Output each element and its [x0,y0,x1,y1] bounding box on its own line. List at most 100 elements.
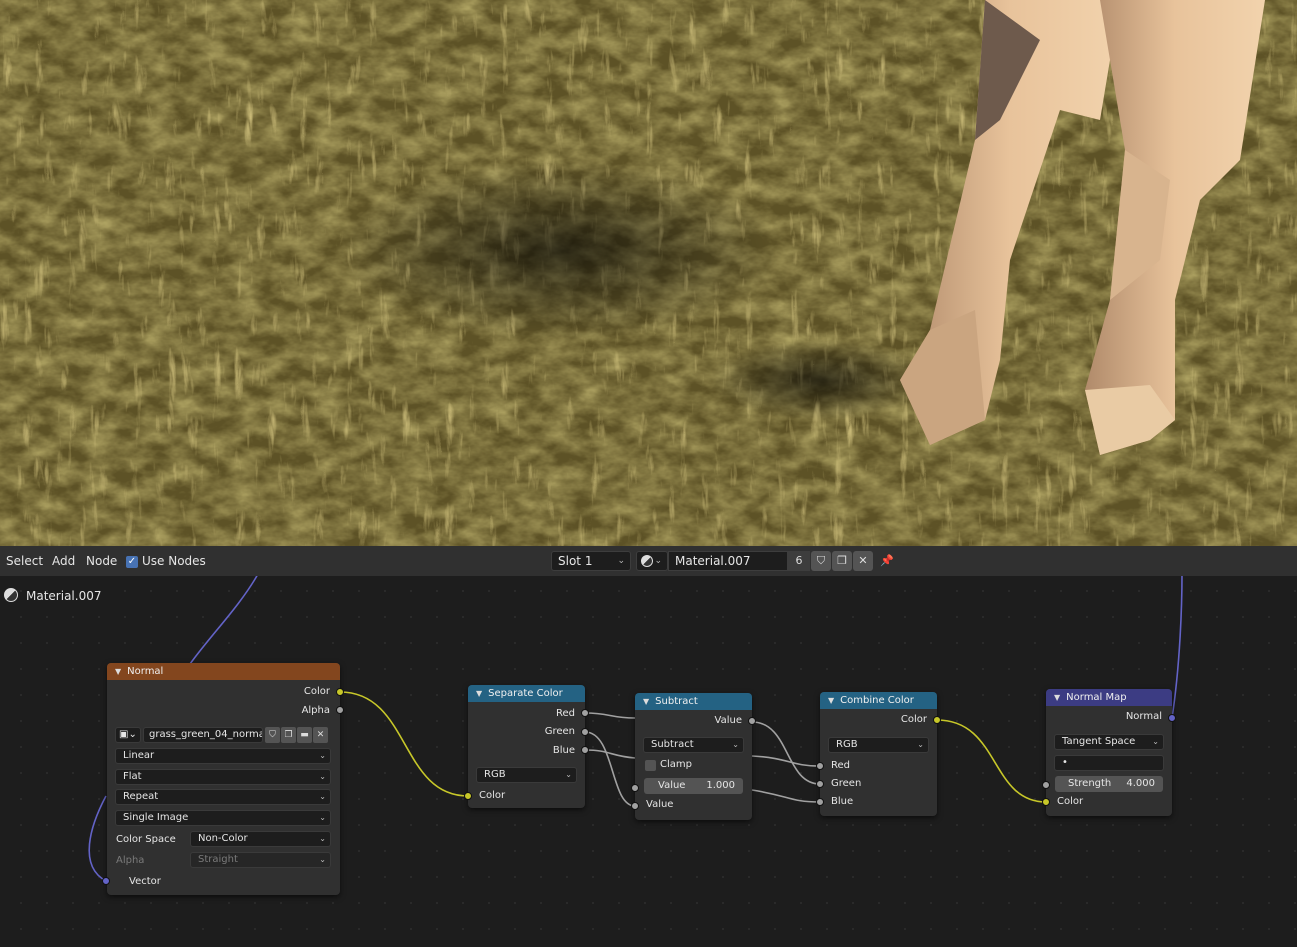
source-dropdown[interactable]: Single Image ⌄ [115,810,331,826]
clamp-label: Clamp [660,759,692,770]
collapse-triangle-icon[interactable]: ▼ [476,689,482,698]
chevron-down-icon: ⌄ [1152,737,1159,746]
math-operation-value: Subtract [651,739,694,750]
node-editor-header: Select Add Node ✓ Use Nodes Slot 1 ⌄ ⌄ Ma… [0,546,1297,576]
strength-slider[interactable]: Strength 4.000 [1055,776,1163,792]
separate-mode-dropdown[interactable]: RGB ⌄ [476,767,577,783]
material-browse-button[interactable]: ⌄ [636,551,668,571]
chevron-down-icon: ⌄ [319,751,326,760]
chevron-down-icon: ⌄ [917,740,924,749]
separate-output-blue-socket[interactable] [581,746,589,754]
input-value-label: Value [646,799,674,810]
duplicate-icon[interactable]: ❐ [832,551,852,571]
interpolation-dropdown[interactable]: Linear ⌄ [115,748,331,764]
user-count[interactable]: 6 [788,551,810,571]
pin-icon[interactable]: 📌 [877,551,897,571]
duplicate-icon[interactable]: ❐ [281,727,296,743]
node-normal-map[interactable]: ▼ Normal Map Normal Tangent Space ⌄ • Stre… [1046,689,1172,816]
fake-user-shield-icon[interactable]: ⛉ [811,551,831,571]
normal-space-dropdown[interactable]: Tangent Space ⌄ [1054,734,1164,750]
node-separate-color[interactable]: ▼ Separate Color Red Green Blue RGB ⌄ Colo… [468,685,585,808]
combine-input-blue-socket[interactable] [816,798,824,806]
node-header[interactable]: ▼ Normal [107,663,340,680]
use-nodes-checkbox[interactable]: ✓ [126,556,138,568]
alpha-mode-label: Alpha [116,855,145,866]
normalmap-output-normal-socket[interactable] [1168,714,1176,722]
separate-mode-value: RGB [484,769,506,780]
subtract-output-value-socket[interactable] [748,717,756,725]
normalmap-input-color-socket[interactable] [1042,798,1050,806]
chevron-down-icon: ⌄ [319,855,326,864]
image-output-color-socket[interactable] [336,688,344,696]
combine-mode-value: RGB [836,739,858,750]
close-icon[interactable]: ✕ [853,551,873,571]
separate-output-red-socket[interactable] [581,709,589,717]
node-subtract[interactable]: ▼ Subtract Value Subtract ⌄ Clamp Value 1.… [635,693,752,820]
input-vector-label: Vector [129,876,161,887]
image-output-alpha-socket[interactable] [336,706,344,714]
render-image [0,0,1297,546]
chevron-down-icon: ⌄ [654,556,662,566]
image-name-field[interactable]: grass_green_04_normal.png [143,727,263,743]
collapse-triangle-icon[interactable]: ▼ [643,697,649,706]
input-blue-label: Blue [831,796,854,807]
output-red-label: Red [556,708,575,719]
menu-select[interactable]: Select [6,554,43,568]
open-folder-icon[interactable]: ▬ [297,727,312,743]
normal-space-value: Tangent Space [1062,736,1136,747]
chevron-down-icon: ⌄ [319,772,326,781]
collapse-triangle-icon[interactable]: ▼ [1054,693,1060,702]
subtract-input-value-2-socket[interactable] [631,802,639,810]
normalmap-input-strength-socket[interactable] [1042,781,1050,789]
strength-label: Strength [1068,778,1112,789]
value-slider-value: 1.000 [706,780,735,791]
output-alpha-label: Alpha [301,705,330,716]
node-combine-color[interactable]: ▼ Combine Color Color RGB ⌄ Red Green Blue [820,692,937,816]
node-editor[interactable]: Select Add Node ✓ Use Nodes Slot 1 ⌄ ⌄ Ma… [0,546,1297,947]
chevron-down-icon: ⌄ [565,770,572,779]
extension-dropdown[interactable]: Repeat ⌄ [115,789,331,805]
image-browse-button[interactable]: ▣⌄ [115,727,141,743]
projection-value: Flat [123,771,142,782]
separate-input-color-socket[interactable] [464,792,472,800]
node-header[interactable]: ▼ Subtract [635,693,752,710]
collapse-triangle-icon[interactable]: ▼ [828,696,834,705]
combine-mode-dropdown[interactable]: RGB ⌄ [828,737,929,753]
menu-add[interactable]: Add [52,554,75,568]
color-space-label: Color Space [116,834,176,845]
projection-dropdown[interactable]: Flat ⌄ [115,769,331,785]
slot-dropdown[interactable]: Slot 1 ⌄ [551,551,631,571]
color-space-dropdown[interactable]: Non-Color ⌄ [190,831,331,847]
node-header[interactable]: ▼ Combine Color [820,692,937,709]
node-title: Normal [127,666,164,677]
node-image-texture[interactable]: ▼ Normal Color Alpha ▣⌄ grass_green_04_no… [107,663,340,895]
close-icon[interactable]: ✕ [313,727,328,743]
math-operation-dropdown[interactable]: Subtract ⌄ [643,737,744,753]
viewport-render[interactable] [0,0,1297,546]
material-name-field[interactable]: Material.007 [668,551,788,571]
interpolation-value: Linear [123,750,155,761]
material-name: Material.007 [675,554,751,568]
collapse-triangle-icon[interactable]: ▼ [115,667,121,676]
output-value-label: Value [714,715,742,726]
color-space-value: Non-Color [198,833,248,844]
chevron-down-icon: ⌄ [319,834,326,843]
image-input-vector-socket[interactable] [102,877,110,885]
menu-node[interactable]: Node [86,554,117,568]
node-header[interactable]: ▼ Normal Map [1046,689,1172,706]
node-header[interactable]: ▼ Separate Color [468,685,585,702]
separate-output-green-socket[interactable] [581,728,589,736]
fake-user-shield-icon[interactable]: ⛉ [265,727,280,743]
subtract-input-value-1-socket[interactable] [631,784,639,792]
node-title: Subtract [655,696,698,707]
value-slider[interactable]: Value 1.000 [644,778,743,794]
node-title: Separate Color [488,688,563,699]
uv-map-field[interactable]: • [1054,755,1164,771]
extension-value: Repeat [123,791,159,802]
combine-input-green-socket[interactable] [816,780,824,788]
output-blue-label: Blue [552,745,575,756]
combine-output-color-socket[interactable] [933,716,941,724]
combine-input-red-socket[interactable] [816,762,824,770]
input-red-label: Red [831,760,850,771]
clamp-checkbox[interactable] [645,760,656,771]
